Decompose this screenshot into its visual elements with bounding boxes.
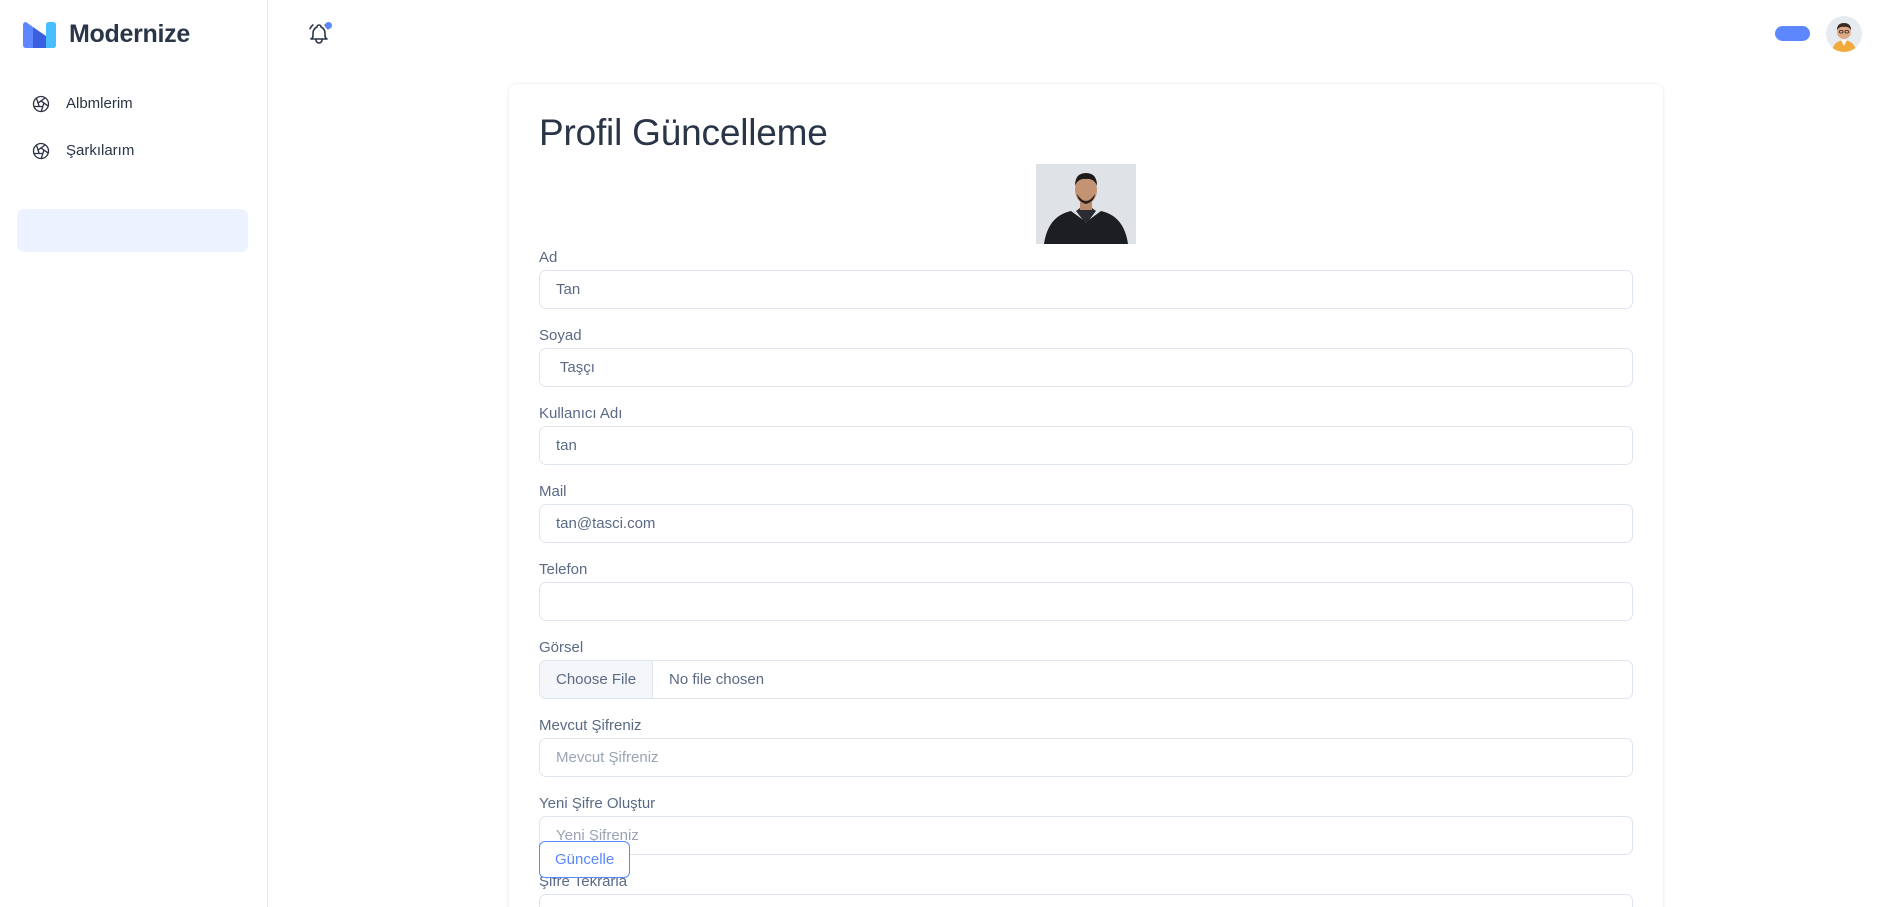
profile-form: Ad Soyad Kullanıcı Adı Mail Telefon Görs… (539, 245, 1633, 907)
sidebar-item-label: Albmlerim (66, 95, 133, 112)
soyad-label: Soyad (539, 327, 582, 344)
notification-button[interactable] (307, 22, 333, 48)
yeni-sifre-label: Yeni Şifre Oluştur (539, 795, 656, 812)
gorsel-label: Görsel (539, 639, 584, 656)
field-mevcut-sifre: Mevcut Şifreniz (539, 713, 1633, 777)
profile-photo (1036, 164, 1136, 244)
aperture-icon (30, 93, 52, 115)
guncelle-button[interactable]: Güncelle (539, 841, 631, 878)
soyad-input[interactable] (539, 348, 1633, 387)
field-sifre-tekrar: Şifre Tekrarla (539, 869, 1633, 907)
sidebar-promo-card (17, 209, 248, 252)
field-yeni-sifre: Yeni Şifre Oluştur (539, 791, 1633, 855)
aperture-icon (30, 140, 52, 162)
field-ad: Ad (539, 245, 1633, 309)
modernize-logo-icon (21, 21, 58, 49)
file-status-text: No file chosen (669, 671, 765, 688)
choose-file-button[interactable]: Choose File (540, 661, 654, 698)
file-input[interactable]: Choose File No file chosen (539, 660, 1633, 699)
ad-label: Ad (539, 249, 558, 266)
brand-logo-link[interactable]: Modernize (21, 20, 190, 49)
telefon-label: Telefon (539, 561, 588, 578)
user-avatar[interactable] (1826, 16, 1862, 52)
bell-icon (307, 24, 331, 50)
yeni-sifre-input[interactable] (539, 816, 1633, 855)
field-kullanici-adi: Kullanıcı Adı (539, 401, 1633, 465)
page-title: Profil Güncelleme (539, 112, 828, 153)
sifre-tekrar-label: Şifre Tekrarla (539, 873, 628, 890)
sidebar-item-sarkilarim[interactable]: Şarkılarım (30, 127, 134, 174)
sidebar: Modernize Albmlerim Şarkılarım (0, 0, 268, 907)
mail-label: Mail (539, 483, 567, 500)
header-action-pill[interactable] (1775, 26, 1810, 41)
field-gorsel: Görsel Choose File No file chosen (539, 635, 1633, 699)
field-mail: Mail (539, 479, 1633, 543)
telefon-input[interactable] (539, 582, 1633, 621)
mevcut-sifre-input[interactable] (539, 738, 1633, 777)
sidebar-item-albumlerim[interactable]: Albmlerim (30, 80, 134, 127)
brand-name: Modernize (69, 20, 190, 48)
field-soyad: Soyad (539, 323, 1633, 387)
sidebar-nav: Albmlerim Şarkılarım (30, 80, 134, 174)
notification-dot (325, 22, 332, 29)
field-telefon: Telefon (539, 557, 1633, 621)
kullanici-adi-label: Kullanıcı Adı (539, 405, 623, 422)
sidebar-item-label: Şarkılarım (66, 142, 135, 159)
mail-input[interactable] (539, 504, 1633, 543)
sifre-tekrar-input[interactable] (539, 894, 1633, 907)
kullanici-adi-input[interactable] (539, 426, 1633, 465)
ad-input[interactable] (539, 270, 1633, 309)
profile-update-card: Profil Güncelleme Ad Soyad Kullanıcı Adı (509, 84, 1663, 907)
mevcut-sifre-label: Mevcut Şifreniz (539, 717, 642, 734)
